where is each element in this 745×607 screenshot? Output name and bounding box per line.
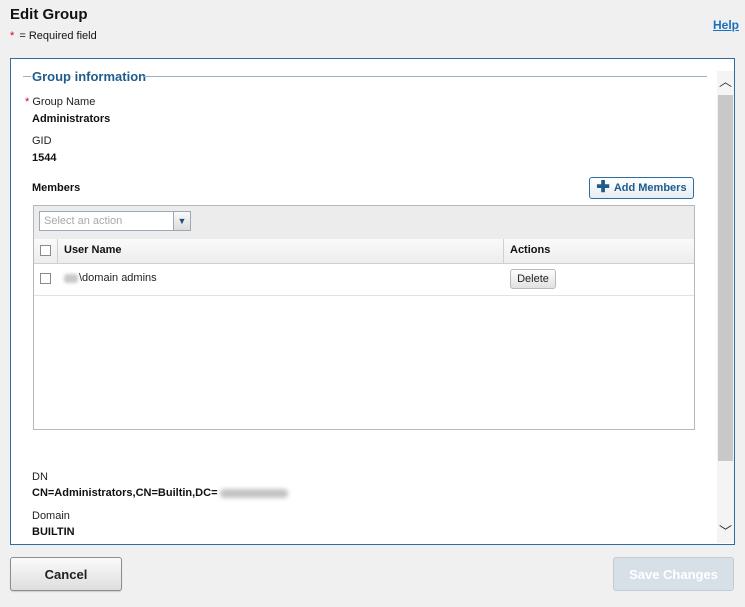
delete-button[interactable]: Delete (510, 269, 556, 289)
user-name-cell: \domain admins (64, 272, 157, 284)
action-select-placeholder: Select an action (44, 215, 123, 227)
grid-header-row: User Name Actions (34, 239, 694, 264)
group-information-legend: Group information (32, 69, 147, 84)
column-header-user-name[interactable]: User Name (64, 244, 121, 256)
table-row: \domain admins Delete (34, 263, 694, 296)
column-header-actions: Actions (510, 244, 551, 256)
fieldset-border-left (23, 76, 31, 77)
chevron-down-icon[interactable]: ▼ (173, 212, 190, 230)
vertical-scrollbar[interactable]: ︿ ﹀ (717, 71, 734, 543)
column-separator (503, 239, 504, 263)
required-star: * (10, 30, 15, 42)
help-link[interactable]: Help (713, 18, 739, 32)
members-label: Members (32, 182, 81, 194)
action-select[interactable]: Select an action ▼ (39, 211, 191, 231)
domain-label: Domain (32, 510, 70, 522)
cancel-button[interactable]: Cancel (10, 557, 122, 591)
user-name-text: \domain admins (79, 272, 157, 284)
gid-value: 1544 (32, 152, 57, 164)
dn-label: DN (32, 471, 48, 483)
members-grid: Select an action ▼ User Name Actions \do… (33, 205, 695, 430)
save-changes-button[interactable]: Save Changes (613, 557, 734, 591)
domain-value: BUILTIN (32, 526, 75, 538)
plus-icon: ✚ (596, 179, 610, 196)
dialog-title: Edit Group (10, 6, 88, 23)
add-members-button[interactable]: ✚ Add Members (589, 177, 694, 199)
required-field-note: * = Required field (10, 30, 97, 42)
group-form-panel: Group information * Group Name Administr… (10, 58, 735, 545)
dialog-header: Edit Group * = Required field Help (0, 0, 745, 58)
group-name-label-wrap: * Group Name (25, 96, 95, 108)
chevron-up-icon[interactable]: ︿ (717, 71, 734, 93)
required-star: * (25, 96, 30, 108)
column-separator (57, 239, 58, 263)
dn-value-wrap: CN=Administrators,CN=Builtin,DC= (32, 487, 288, 499)
add-members-label: Add Members (613, 182, 687, 194)
group-name-value: Administrators (32, 113, 111, 125)
group-name-label: Group Name (32, 96, 96, 108)
redacted-domain (64, 273, 78, 283)
scroll-thumb[interactable] (718, 95, 733, 461)
select-all-checkbox[interactable] (40, 245, 51, 256)
fieldset-border-right (144, 76, 707, 77)
gid-label: GID (32, 135, 52, 147)
grid-toolbar: Select an action ▼ (34, 206, 694, 240)
chevron-down-icon[interactable]: ﹀ (717, 521, 734, 543)
row-checkbox[interactable] (40, 273, 51, 284)
dn-value: CN=Administrators,CN=Builtin,DC= (32, 487, 218, 499)
redacted-dc (219, 488, 288, 498)
required-note-text: = Required field (19, 30, 97, 42)
